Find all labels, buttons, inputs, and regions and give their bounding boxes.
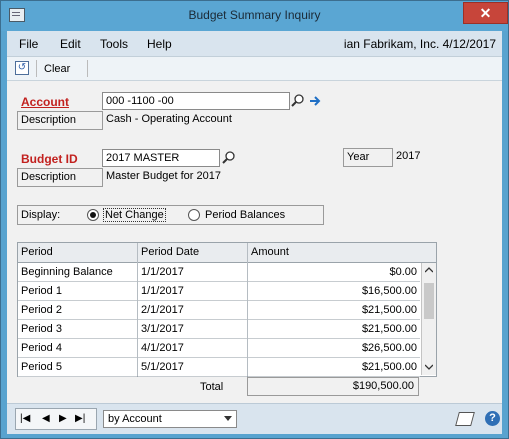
table-cell-amount[interactable]: $21,500.00 <box>248 301 420 320</box>
radio-net-change[interactable] <box>87 209 99 221</box>
account-description-label: Description <box>21 114 77 126</box>
column-header-period-date[interactable]: Period Date <box>141 246 199 258</box>
menu-help[interactable]: Help <box>147 37 172 51</box>
account-input[interactable]: 000 -1100 -00 <box>102 92 290 110</box>
table-scrollbar[interactable] <box>421 263 436 375</box>
total-value: $190,500.00 <box>247 377 419 396</box>
company-date: ian Fabrikam, Inc. 4/12/2017 <box>343 37 496 51</box>
toolbar-divider <box>36 60 37 77</box>
bottom-bar: |◀ ◀ ▶ ▶| by Account ? <box>7 403 502 434</box>
table-cell-amount[interactable]: $0.00 <box>248 263 420 282</box>
display-label: Display: <box>21 209 61 221</box>
table-cell-amount[interactable]: $21,500.00 <box>248 320 420 339</box>
first-icon[interactable]: |◀ <box>20 413 30 424</box>
table-cell-date[interactable]: 2/1/2017 <box>138 301 247 320</box>
note-icon[interactable] <box>455 412 475 426</box>
budget-id-label: Budget ID <box>21 152 78 166</box>
title-bar: Budget Summary Inquiry ✕ <box>1 1 508 31</box>
next-icon[interactable]: ▶ <box>59 413 67 424</box>
window: Budget Summary Inquiry ✕ File Edit Tools… <box>0 0 509 439</box>
sort-select-value: by Account <box>108 413 162 425</box>
close-icon[interactable]: ✕ <box>463 2 508 24</box>
table-cell-amount[interactable]: $26,500.00 <box>248 339 420 358</box>
menu-file[interactable]: File <box>19 37 38 51</box>
budget-description-value: Master Budget for 2017 <box>102 168 324 187</box>
menu-edit[interactable]: Edit <box>60 37 81 51</box>
table-cell-period[interactable]: Period 3 <box>18 320 137 339</box>
radio-net-change-label[interactable]: Net Change <box>103 208 166 222</box>
table-cell-date[interactable]: 3/1/2017 <box>138 320 247 339</box>
toolbar-divider <box>87 60 88 77</box>
content-area: Account 000 -1100 -00 Description Cash -… <box>7 81 502 403</box>
table-cell-period[interactable]: Period 2 <box>18 301 137 320</box>
table-cell-date[interactable]: 5/1/2017 <box>138 358 247 377</box>
column-header-amount[interactable]: Amount <box>251 246 289 258</box>
help-icon[interactable]: ? <box>485 411 500 426</box>
table-cell-period[interactable]: Beginning Balance <box>18 263 137 282</box>
scroll-thumb[interactable] <box>424 283 434 319</box>
sort-select[interactable]: by Account <box>103 410 237 428</box>
table-cell-amount[interactable]: $16,500.00 <box>248 282 420 301</box>
clear-button[interactable]: Clear <box>44 63 70 75</box>
menu-bar: File Edit Tools Help ian Fabrikam, Inc. … <box>7 31 502 57</box>
radio-period-balances-label[interactable]: Period Balances <box>205 209 285 221</box>
budget-table: Period Period Date Amount Beginning Bala… <box>17 242 437 377</box>
table-cell-period[interactable]: Period 5 <box>18 358 137 377</box>
year-label: Year <box>347 151 370 163</box>
scroll-down-icon[interactable] <box>425 364 433 370</box>
table-header: Period Period Date Amount <box>18 243 436 263</box>
chevron-down-icon <box>224 416 232 421</box>
window-title: Budget Summary Inquiry <box>188 8 321 22</box>
table-cell-amount[interactable]: $21,500.00 <box>248 358 420 377</box>
scroll-up-icon[interactable] <box>425 267 433 273</box>
last-icon[interactable]: ▶| <box>75 413 85 424</box>
budget-description-label: Description <box>21 171 77 183</box>
column-header-period[interactable]: Period <box>21 246 53 258</box>
radio-period-balances[interactable] <box>188 209 200 221</box>
table-cell-period[interactable]: Period 1 <box>18 282 137 301</box>
table-cell-date[interactable]: 1/1/2017 <box>138 282 247 301</box>
menu-tools[interactable]: Tools <box>100 37 128 51</box>
lookup-icon[interactable] <box>222 151 236 165</box>
toolbar: ↺ Clear <box>7 57 502 81</box>
prev-icon[interactable]: ◀ <box>42 413 50 424</box>
year-value: 2017 <box>392 148 492 167</box>
budget-id-input[interactable]: 2017 MASTER <box>102 149 220 167</box>
lookup-icon[interactable] <box>291 94 305 108</box>
table-cell-date[interactable]: 4/1/2017 <box>138 339 247 358</box>
table-cell-date[interactable]: 1/1/2017 <box>138 263 247 282</box>
clear-icon[interactable]: ↺ <box>15 61 29 75</box>
total-label: Total <box>200 381 224 393</box>
account-description-value: Cash - Operating Account <box>102 111 492 130</box>
arrow-right-icon[interactable] <box>308 94 322 108</box>
table-cell-period[interactable]: Period 4 <box>18 339 137 358</box>
account-label[interactable]: Account <box>21 95 69 109</box>
